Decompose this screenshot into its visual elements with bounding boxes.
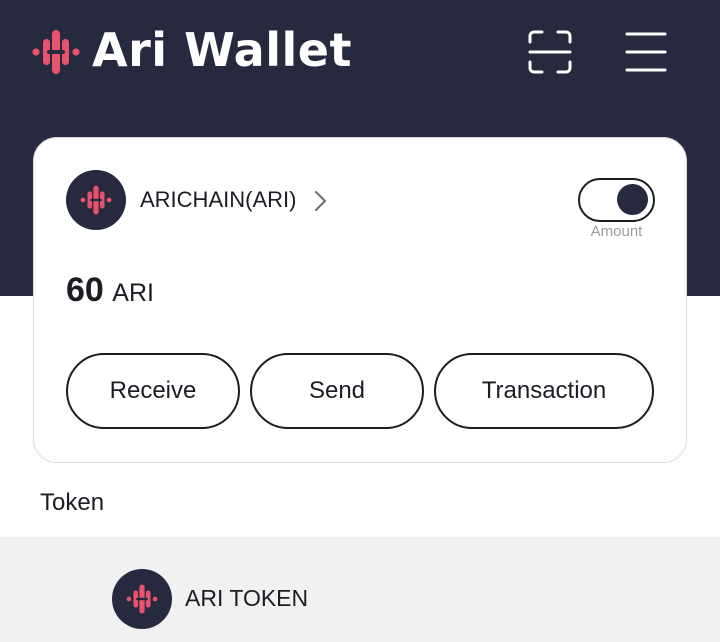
balance-unit: ARI — [112, 279, 154, 307]
send-button[interactable]: Send — [250, 353, 424, 429]
token-name: ARI TOKEN — [185, 585, 309, 611]
amount-toggle-label: Amount — [590, 223, 643, 240]
token-avatar — [112, 569, 172, 629]
transaction-button[interactable]: Transaction — [434, 353, 654, 429]
scan-icon[interactable] — [524, 26, 576, 78]
balance: 60 ARI — [66, 268, 154, 319]
hamburger-menu-icon[interactable] — [620, 26, 672, 78]
ari-logo-icon — [80, 185, 112, 215]
amount-toggle[interactable] — [578, 178, 655, 222]
toggle-knob — [617, 184, 648, 215]
chevron-right-icon[interactable] — [314, 190, 328, 212]
token-list-item[interactable]: ARI TOKEN — [0, 537, 720, 642]
chain-selector[interactable]: ARICHAIN(ARI) — [140, 186, 296, 214]
token-section-label: Token — [40, 489, 105, 516]
balance-value: 60 — [66, 271, 104, 309]
ari-logo-icon — [126, 584, 158, 614]
wallet-card: ARICHAIN(ARI) Amount 60 ARI Receive Send… — [33, 137, 687, 463]
wallet-screen: Ari Wallet ARICHAIN(ARI) Amount 60 ARI R… — [0, 0, 720, 642]
chain-avatar — [66, 170, 126, 230]
ari-logo-icon — [32, 30, 80, 74]
receive-button[interactable]: Receive — [66, 353, 240, 429]
app-title: Ari Wallet — [92, 23, 352, 77]
